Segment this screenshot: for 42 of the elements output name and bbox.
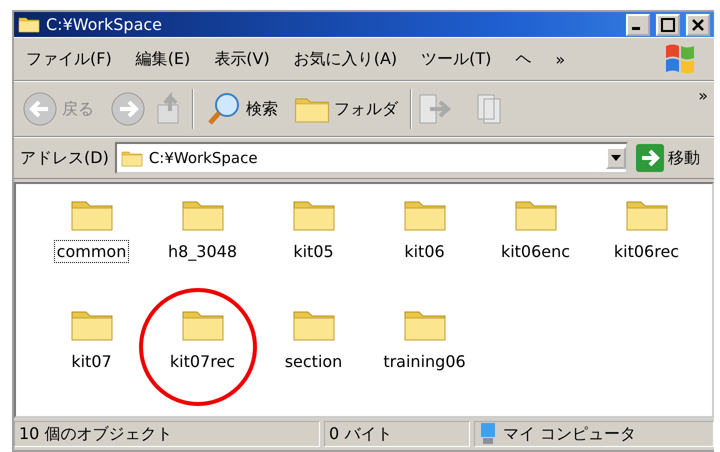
back-icon[interactable] [22, 91, 58, 127]
folder-name[interactable]: kit06rec [610, 240, 682, 264]
folder-name[interactable]: section [282, 350, 346, 374]
folder-name[interactable]: kit05 [290, 240, 337, 264]
close-button[interactable] [686, 14, 710, 36]
folder-name[interactable]: common [54, 240, 130, 264]
forward-icon[interactable] [110, 91, 146, 127]
object-count: 10 個のオブジェクト [14, 421, 320, 447]
folder-name[interactable]: kit07 [68, 350, 115, 374]
folder-name[interactable]: kit07rec [166, 350, 238, 374]
folder-name[interactable]: kit06enc [498, 240, 574, 264]
caret-icon [611, 155, 621, 161]
dropdown-button[interactable] [606, 147, 626, 169]
search-icon [206, 91, 242, 127]
folder-icon [120, 148, 143, 168]
maximize-icon [661, 18, 675, 32]
menu-item[interactable]: 表示(V) [202, 38, 282, 80]
menu-item[interactable]: » [543, 38, 578, 80]
folder-name[interactable]: h8_3048 [164, 240, 240, 264]
go-button[interactable]: 移動 [628, 138, 708, 178]
window-title: C:¥WorkSpace [46, 15, 164, 34]
maximize-button[interactable] [656, 14, 680, 36]
minimize-button[interactable] [626, 14, 650, 36]
menu-item[interactable]: ツール(T) [409, 38, 504, 80]
menu-item[interactable]: 編集(E) [124, 38, 202, 80]
size-text: 0 バイト [324, 421, 470, 447]
menu-item[interactable]: ファイル(F) [14, 38, 124, 80]
menu-item[interactable]: ヘ [503, 38, 544, 80]
close-icon [691, 18, 705, 32]
folders-button[interactable]: フォルダ [286, 82, 406, 136]
computer-icon [479, 422, 497, 446]
menu-item[interactable]: お気に入り(A) [282, 38, 410, 80]
zone-text: マイ コンピュータ [503, 424, 636, 444]
more-button[interactable]: » [692, 86, 714, 105]
search-button[interactable]: 検索 [198, 82, 286, 136]
folder-name[interactable]: kit06 [401, 240, 448, 264]
folder-name[interactable]: training06 [380, 350, 469, 374]
folder-icon [18, 15, 40, 34]
address-label: アドレス(D) [19, 148, 110, 168]
address-field[interactable]: C:¥WorkSpace [114, 142, 628, 174]
minimize-icon [632, 27, 640, 30]
address-text: C:¥WorkSpace [148, 149, 259, 167]
